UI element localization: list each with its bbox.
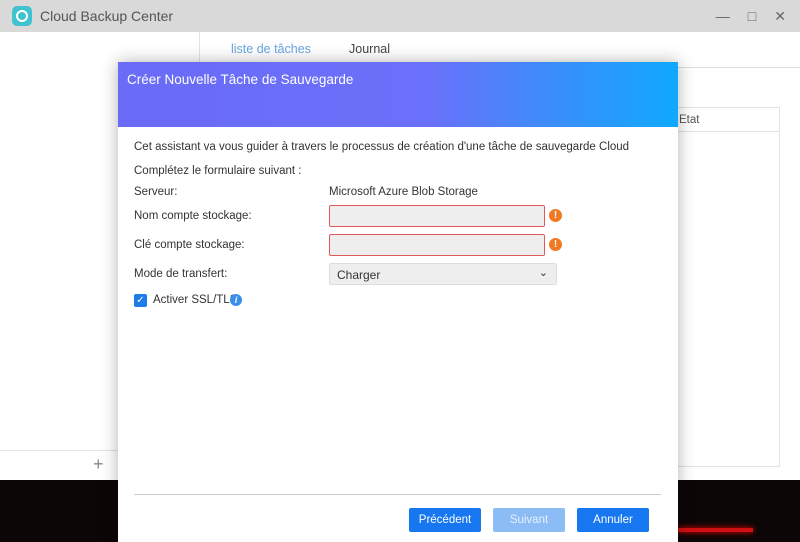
cancel-button[interactable]: Annuler [577, 508, 649, 532]
task-table: Etat [672, 107, 780, 467]
warning-icon: ! [549, 209, 562, 222]
server-label: Serveur: [134, 186, 178, 198]
ssl-checkbox[interactable]: ✓ [134, 294, 147, 307]
column-header-state: Etat [673, 108, 779, 132]
divider [134, 494, 661, 495]
warning-icon: ! [549, 238, 562, 251]
cloud-backup-logo-icon [12, 6, 32, 26]
transfer-mode-label: Mode de transfert: [134, 268, 228, 280]
add-icon[interactable]: + [93, 454, 104, 475]
chevron-down-icon: ⌄ [538, 267, 548, 279]
account-key-input[interactable] [329, 234, 545, 256]
transfer-mode-value: Charger [337, 268, 381, 282]
dialog-title: Créer Nouvelle Tâche de Sauvegarde [127, 72, 354, 87]
server-value: Microsoft Azure Blob Storage [329, 186, 478, 198]
create-task-dialog: Créer Nouvelle Tâche de Sauvegarde Cet a… [118, 62, 678, 542]
transfer-mode-select[interactable]: Charger ⌄ [329, 263, 557, 285]
account-name-input[interactable] [329, 205, 545, 227]
app-title: Cloud Backup Center [40, 8, 174, 24]
info-icon[interactable]: i [230, 294, 242, 306]
account-key-label: Clé compte stockage: [134, 239, 245, 251]
ssl-label: Activer SSL/TLS [153, 294, 238, 306]
close-button[interactable]: ✕ [774, 8, 786, 25]
sidebar-footer: + [0, 450, 118, 480]
title-bar: Cloud Backup Center — □ ✕ [0, 0, 800, 32]
tab-journal[interactable]: Journal [349, 42, 390, 56]
next-button[interactable]: Suivant [493, 508, 565, 532]
dialog-header: Créer Nouvelle Tâche de Sauvegarde [118, 62, 678, 127]
maximize-button[interactable]: □ [748, 8, 756, 25]
intro-text: Cet assistant va vous guider à travers l… [134, 141, 630, 153]
background-glow [678, 528, 753, 532]
instruction-text: Complétez le formulaire suivant : [134, 165, 302, 177]
account-name-label: Nom compte stockage: [134, 210, 252, 222]
minimize-button[interactable]: — [716, 8, 730, 25]
tab-task-list[interactable]: liste de tâches [231, 42, 311, 56]
previous-button[interactable]: Précédent [409, 508, 481, 532]
